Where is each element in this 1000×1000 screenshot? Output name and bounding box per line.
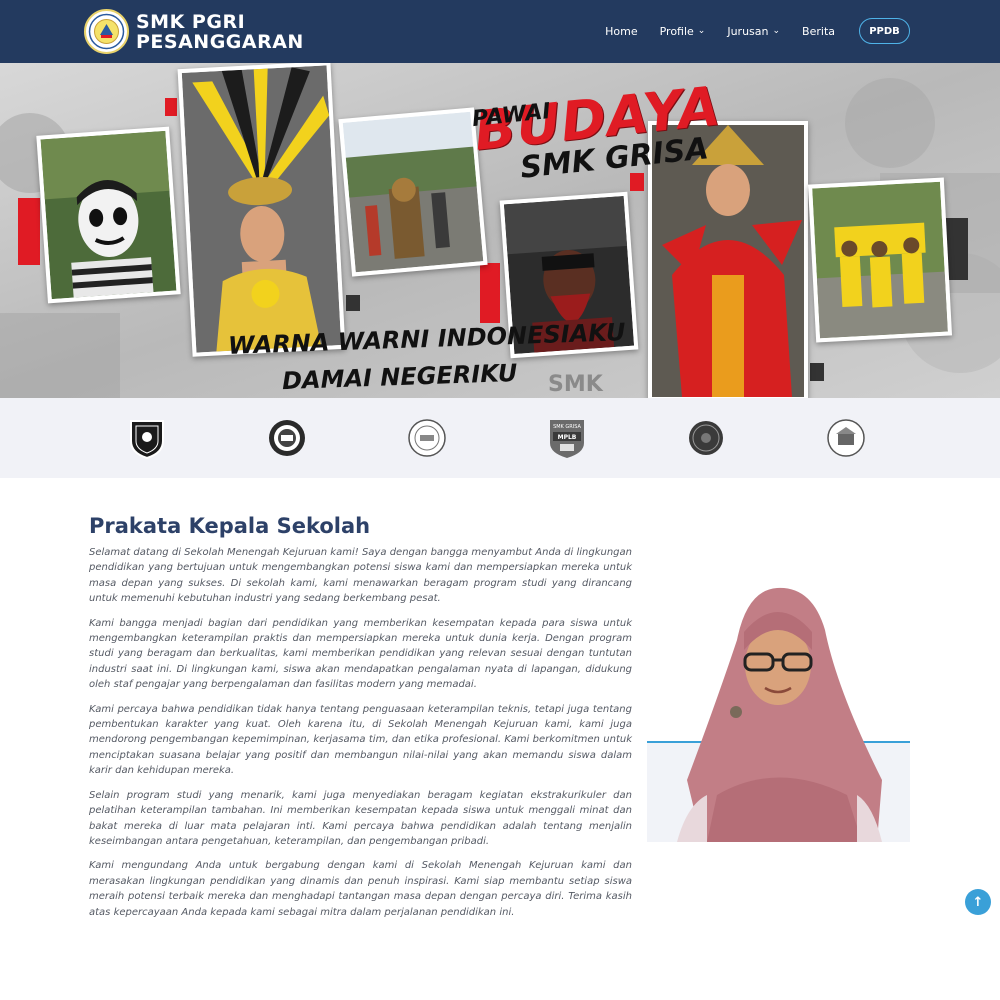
nav-home-label: Home xyxy=(605,24,638,38)
school-logo-icon xyxy=(84,9,129,54)
round-seal-icon[interactable] xyxy=(407,417,447,459)
nav-jurusan-label: Jurusan xyxy=(727,24,769,38)
prakata-paragraph: Selamat datang di Sekolah Menengah Kejur… xyxy=(89,547,632,605)
perhotelan-seal-icon[interactable] xyxy=(826,417,866,459)
hero-banner[interactable]: SMK BUDAYA PAWAI SMK GRISA WARNA WARNI I… xyxy=(0,63,1000,398)
nav-home[interactable]: Home xyxy=(605,25,637,38)
brand-text: SMK PGRI PESANGGARAN xyxy=(136,12,304,52)
nav-profile-label: Profile xyxy=(659,24,694,38)
scroll-top-button[interactable]: ↑ xyxy=(965,889,991,915)
dark-seal-icon[interactable] xyxy=(686,417,726,459)
brand-line1: SMK PGRI xyxy=(136,10,246,33)
prakata-paragraph: Kami bangga menjadi bagian dari pendidik… xyxy=(89,617,632,691)
main-nav: Home Profile ⌄ Jurusan ⌄ Berita PPDB xyxy=(583,18,910,44)
navbar: SMK PGRI PESANGGARAN Home Profile ⌄ Jurus… xyxy=(0,0,1000,63)
partner-logo-strip: SMK GRISA MPLB xyxy=(0,398,1000,478)
prakata-paragraph: Kami percaya bahwa pendidikan tidak hany… xyxy=(89,703,632,777)
prakata-title: Prakata Kepala Sekolah xyxy=(89,514,371,538)
hero-photo-clown xyxy=(36,126,181,304)
principal-portrait xyxy=(647,580,910,842)
mplb-badge-icon[interactable]: SMK GRISA MPLB xyxy=(547,417,587,459)
arrow-up-icon: ↑ xyxy=(972,894,984,910)
nav-berita-label: Berita xyxy=(802,24,835,38)
chevron-down-icon: ⌄ xyxy=(697,26,706,36)
shield-emblem-icon[interactable] xyxy=(127,417,167,460)
brand[interactable]: SMK PGRI PESANGGARAN xyxy=(84,9,304,54)
hero-photo-parade xyxy=(338,107,488,277)
ppdb-button[interactable]: PPDB xyxy=(859,18,910,44)
prakata-body: Selamat datang di Sekolah Menengah Kejur… xyxy=(89,545,632,929)
chevron-down-icon: ⌄ xyxy=(772,26,781,36)
mplb-badge-mid-text: MPLB xyxy=(558,434,577,441)
brand-line2: PESANGGARAN xyxy=(136,30,304,53)
nav-jurusan[interactable]: Jurusan ⌄ xyxy=(727,25,780,38)
mplb-badge-top-text: SMK GRISA xyxy=(553,424,581,430)
hero-photo-headdress xyxy=(177,63,346,357)
prakata-paragraph: Kami mengundang Anda untuk bergabung den… xyxy=(89,860,632,918)
hero-watermark: SMK xyxy=(548,372,604,397)
gear-emblem-icon[interactable] xyxy=(267,417,307,459)
nav-berita[interactable]: Berita xyxy=(802,25,835,38)
hero-photo-yellow-group xyxy=(807,177,953,343)
nav-profile[interactable]: Profile ⌄ xyxy=(660,25,706,38)
prakata-paragraph: Selain program studi yang menarik, kami … xyxy=(89,789,632,847)
principal-photo xyxy=(677,587,882,842)
